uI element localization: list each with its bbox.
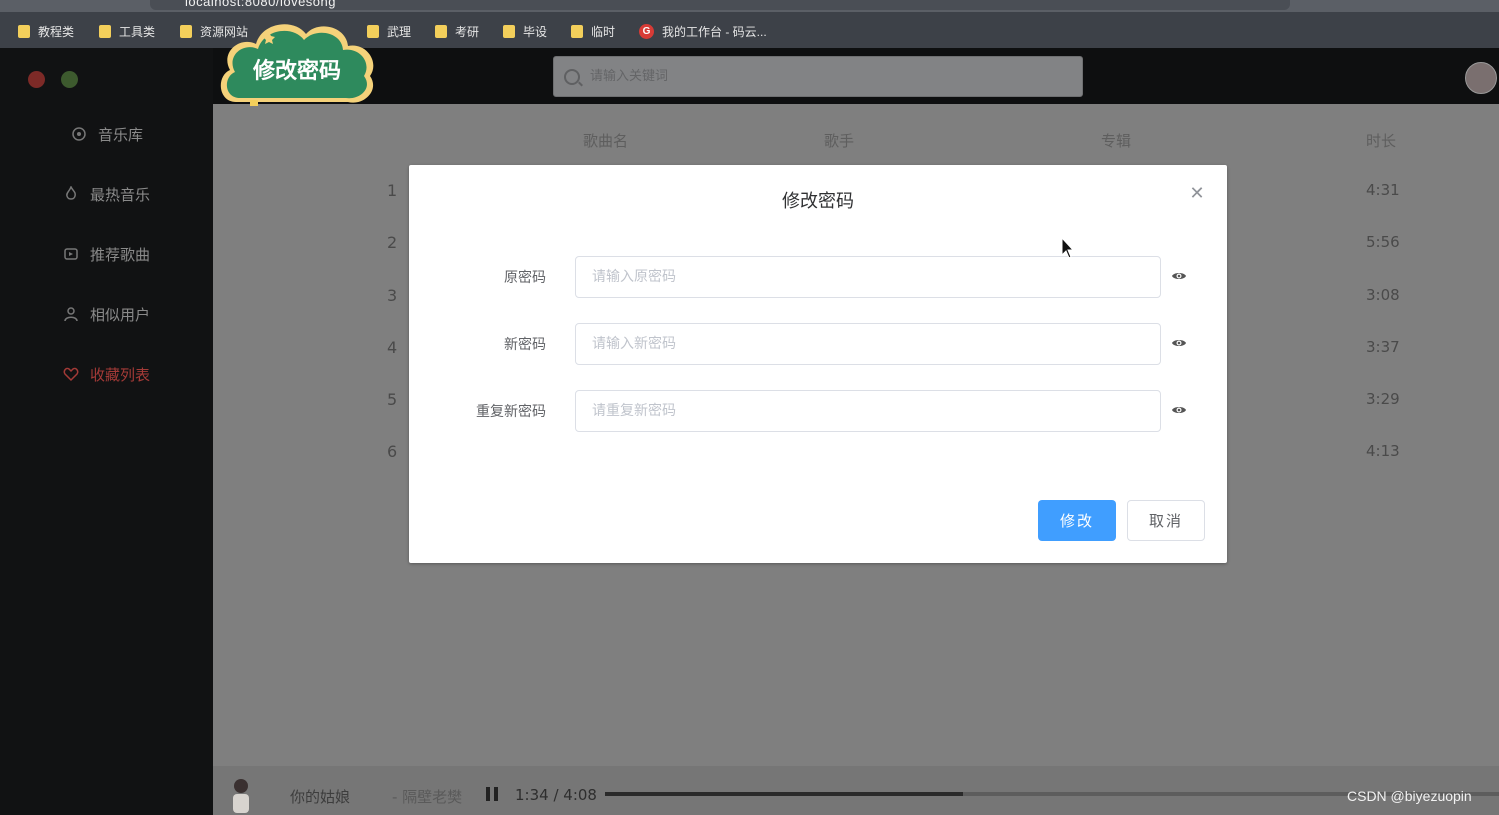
browser-tab-strip: localhost:8080/lovesong — [0, 0, 1499, 12]
row-index: 5 — [387, 390, 398, 409]
close-icon[interactable]: ✕ — [1188, 185, 1206, 203]
sidebar-item-music-library[interactable]: 音乐库 — [70, 122, 143, 146]
eye-icon[interactable] — [1171, 268, 1187, 284]
progress-fill — [605, 792, 963, 796]
hot-music-icon — [62, 185, 80, 203]
cancel-button[interactable]: 取消 — [1127, 500, 1205, 541]
watermark: CSDN @biyezuopin — [1347, 788, 1472, 804]
eye-icon[interactable] — [1171, 335, 1187, 351]
repeat-password-label: 重复新密码 — [476, 404, 546, 420]
bookmark-tools[interactable]: 工具类 — [99, 22, 155, 40]
playback-time: 1:34 / 4:08 — [515, 786, 597, 804]
sticker-text: 修改密码 — [252, 58, 341, 84]
row-index: 3 — [387, 286, 398, 305]
new-password-label: 新密码 — [504, 337, 546, 353]
bookmark-bishe[interactable]: 毕设 — [503, 22, 547, 40]
row-duration: 3:37 — [1366, 338, 1400, 356]
address-bar-url[interactable]: localhost:8080/lovesong — [185, 0, 336, 9]
sidebar-item-label: 相似用户 — [90, 305, 151, 324]
recommend-icon — [62, 245, 80, 263]
sidebar-item-label: 音乐库 — [98, 125, 144, 144]
bookmark-gitee[interactable]: G 我的工作台 - 码云... — [639, 22, 767, 40]
folder-icon — [99, 24, 111, 38]
column-header-album[interactable]: 专辑 — [1101, 130, 1131, 151]
window-maximize-dot[interactable] — [61, 71, 78, 88]
repeat-password-field[interactable] — [575, 390, 1161, 432]
confirm-button[interactable]: 修改 — [1038, 500, 1116, 541]
sidebar-item-hot-music[interactable]: 最热音乐 — [62, 182, 150, 206]
bookmark-temp[interactable]: 临时 — [571, 22, 615, 40]
folder-icon — [571, 24, 583, 38]
bookmark-label: 考研 — [455, 24, 480, 39]
bookmark-label: 武理 — [387, 24, 412, 39]
window-close-dot[interactable] — [28, 71, 45, 88]
bookmark-label: 我的工作台 - 码云... — [662, 24, 767, 39]
folder-icon — [503, 24, 515, 38]
sidebar-item-label: 最热音乐 — [90, 185, 151, 204]
now-playing-artist: - 隔壁老樊 — [392, 788, 463, 806]
row-duration: 5:56 — [1366, 233, 1400, 251]
old-password-label: 原密码 — [504, 270, 546, 286]
user-icon — [62, 305, 80, 323]
music-library-icon — [70, 125, 88, 143]
row-index: 4 — [387, 338, 398, 357]
row-index: 1 — [387, 181, 398, 200]
bookmark-label: 工具类 — [119, 24, 156, 39]
change-password-dialog: 修改密码 ✕ 原密码 新密码 重复新密码 修改 取消 — [409, 165, 1227, 563]
bookmark-label: 临时 — [591, 24, 616, 39]
sticker-badge: 修改密码 — [214, 14, 380, 112]
now-playing-title: 你的姑娘 — [290, 788, 351, 806]
album-cover[interactable] — [229, 777, 253, 813]
search-input[interactable] — [588, 68, 1052, 85]
folder-icon — [180, 24, 192, 38]
dialog-title: 修改密码 — [782, 191, 854, 212]
heart-icon — [62, 365, 80, 383]
row-duration: 3:29 — [1366, 390, 1400, 408]
row-index: 2 — [387, 233, 398, 252]
column-header-song[interactable]: 歌曲名 — [583, 130, 628, 151]
pause-icon[interactable] — [486, 787, 498, 801]
bookmark-kaoyan[interactable]: 考研 — [435, 22, 479, 40]
sidebar-item-similar-users[interactable]: 相似用户 — [62, 302, 150, 326]
gitee-icon: G — [639, 23, 654, 39]
bookmark-label: 教程类 — [38, 24, 75, 39]
sidebar-item-favorites[interactable]: 收藏列表 — [62, 362, 150, 386]
avatar[interactable] — [1465, 62, 1497, 94]
sidebar-item-label: 推荐歌曲 — [90, 245, 151, 264]
new-password-field[interactable] — [575, 323, 1161, 365]
search-box[interactable] — [553, 56, 1083, 97]
bookmark-tutorials[interactable]: 教程类 — [18, 22, 74, 40]
mouse-cursor-icon — [1061, 237, 1075, 259]
column-header-artist[interactable]: 歌手 — [824, 130, 854, 151]
column-header-duration[interactable]: 时长 — [1366, 130, 1396, 151]
eye-icon[interactable] — [1171, 402, 1187, 418]
row-duration: 4:31 — [1366, 181, 1400, 199]
folder-icon — [18, 24, 30, 38]
row-duration: 3:08 — [1366, 286, 1400, 304]
row-index: 6 — [387, 442, 398, 461]
sidebar-item-recommend[interactable]: 推荐歌曲 — [62, 242, 150, 266]
sidebar-item-label: 收藏列表 — [90, 365, 151, 384]
folder-icon — [435, 24, 447, 38]
bookmark-label: 毕设 — [523, 24, 548, 39]
search-icon — [564, 68, 580, 85]
row-duration: 4:13 — [1366, 442, 1400, 460]
sidebar: 音乐库 最热音乐 推荐歌曲 相似用户 收藏列表 — [0, 48, 213, 815]
old-password-field[interactable] — [575, 256, 1161, 298]
